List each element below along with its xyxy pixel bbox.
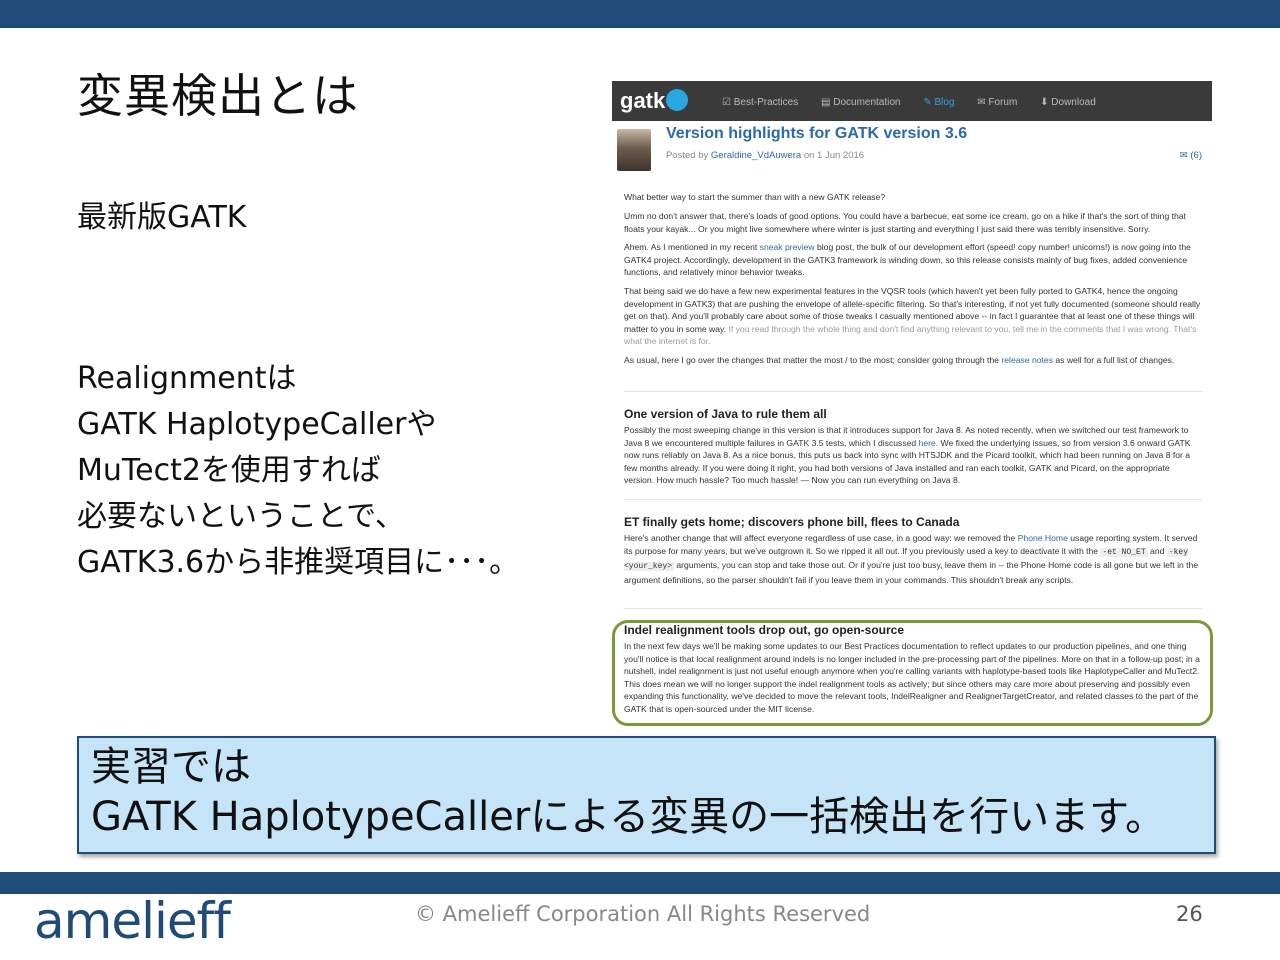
paragraph: As usual, here I go over the changes tha… bbox=[624, 355, 1175, 365]
paragraph: What better way to start the summer than… bbox=[624, 192, 886, 202]
nav-best-practices[interactable]: ☑ Best-Practices bbox=[722, 97, 808, 108]
comments-count[interactable]: ✉ (6) bbox=[1180, 150, 1202, 161]
gatk-logo-icon bbox=[666, 89, 689, 111]
nav-documentation[interactable]: ▤ Documentation bbox=[821, 97, 911, 108]
callout-line: 実習では bbox=[91, 744, 251, 790]
slide-body: Realignmentは GATK HaplotypeCallerや MuTec… bbox=[77, 356, 519, 586]
paragraph: Umm no don't answer that, there's loads … bbox=[624, 211, 1186, 234]
author-link[interactable]: Geraldine_VdAuwera bbox=[711, 150, 801, 161]
here-link[interactable]: here bbox=[919, 438, 936, 448]
comment-icon: ✉ bbox=[1179, 150, 1191, 161]
body-line: Realignmentは bbox=[77, 361, 297, 396]
copyright-text: © Amelieff Corporation All Rights Reserv… bbox=[415, 902, 871, 926]
body-line: GATK3.6から非推奨項目に･･･。 bbox=[77, 545, 520, 580]
divider bbox=[624, 391, 1202, 392]
paragraph: Here's another change that will affect e… bbox=[624, 533, 1199, 585]
body-line: 必要ないということで、 bbox=[77, 499, 405, 534]
phone-home-link[interactable]: Phone Home bbox=[1018, 533, 1068, 543]
divider bbox=[624, 499, 1202, 500]
highlight-box bbox=[612, 620, 1213, 726]
author-avatar bbox=[617, 129, 651, 171]
callout-line: GATK HaplotypeCallerによる変異の一括検出を行います。 bbox=[91, 794, 1166, 840]
body-line: GATK HaplotypeCallerや bbox=[77, 407, 437, 442]
section-heading: ET finally gets home; discovers phone bi… bbox=[624, 515, 960, 529]
paragraph: Possibly the most sweeping change in thi… bbox=[624, 425, 1191, 485]
sneak-preview-link[interactable]: sneak preview bbox=[760, 242, 815, 252]
nav-download[interactable]: ⬇ Download bbox=[1040, 97, 1106, 108]
page-number: 26 bbox=[1176, 902, 1203, 926]
divider bbox=[624, 608, 1202, 609]
nav-forum[interactable]: ✉ Forum bbox=[977, 97, 1027, 108]
body-line: MuTect2を使用すれば bbox=[77, 453, 381, 488]
paragraph: Ahem. As I mentioned in my recent sneak … bbox=[624, 242, 1191, 277]
amelieff-logo: amelieff bbox=[34, 892, 231, 950]
gatk-navbar: gatk ☑ Best-Practices ▤ Documentation ✎ … bbox=[612, 81, 1212, 121]
nav-blog[interactable]: ✎ Blog bbox=[923, 97, 964, 108]
gatk-logo[interactable]: gatk bbox=[620, 88, 689, 114]
release-notes-link[interactable]: release notes bbox=[1001, 355, 1053, 365]
callout-box: 実習では GATK HaplotypeCallerによる変異の一括検出を行います… bbox=[77, 736, 1216, 854]
post-meta: Posted by Geraldine_VdAuwera on 1 Jun 20… bbox=[666, 150, 865, 161]
top-bar bbox=[0, 0, 1280, 28]
paragraph: That being said we do have a few new exp… bbox=[624, 286, 1201, 346]
section-heading: One version of Java to rule them all bbox=[624, 407, 827, 421]
gatk-nav-items: ☑ Best-Practices ▤ Documentation ✎ Blog … bbox=[722, 97, 1116, 108]
bottom-bar bbox=[0, 872, 1280, 894]
post-title[interactable]: Version highlights for GATK version 3.6 bbox=[666, 125, 967, 143]
slide-subtitle: 最新版GATK bbox=[77, 200, 247, 235]
slide-title: 変異検出とは bbox=[77, 69, 359, 123]
